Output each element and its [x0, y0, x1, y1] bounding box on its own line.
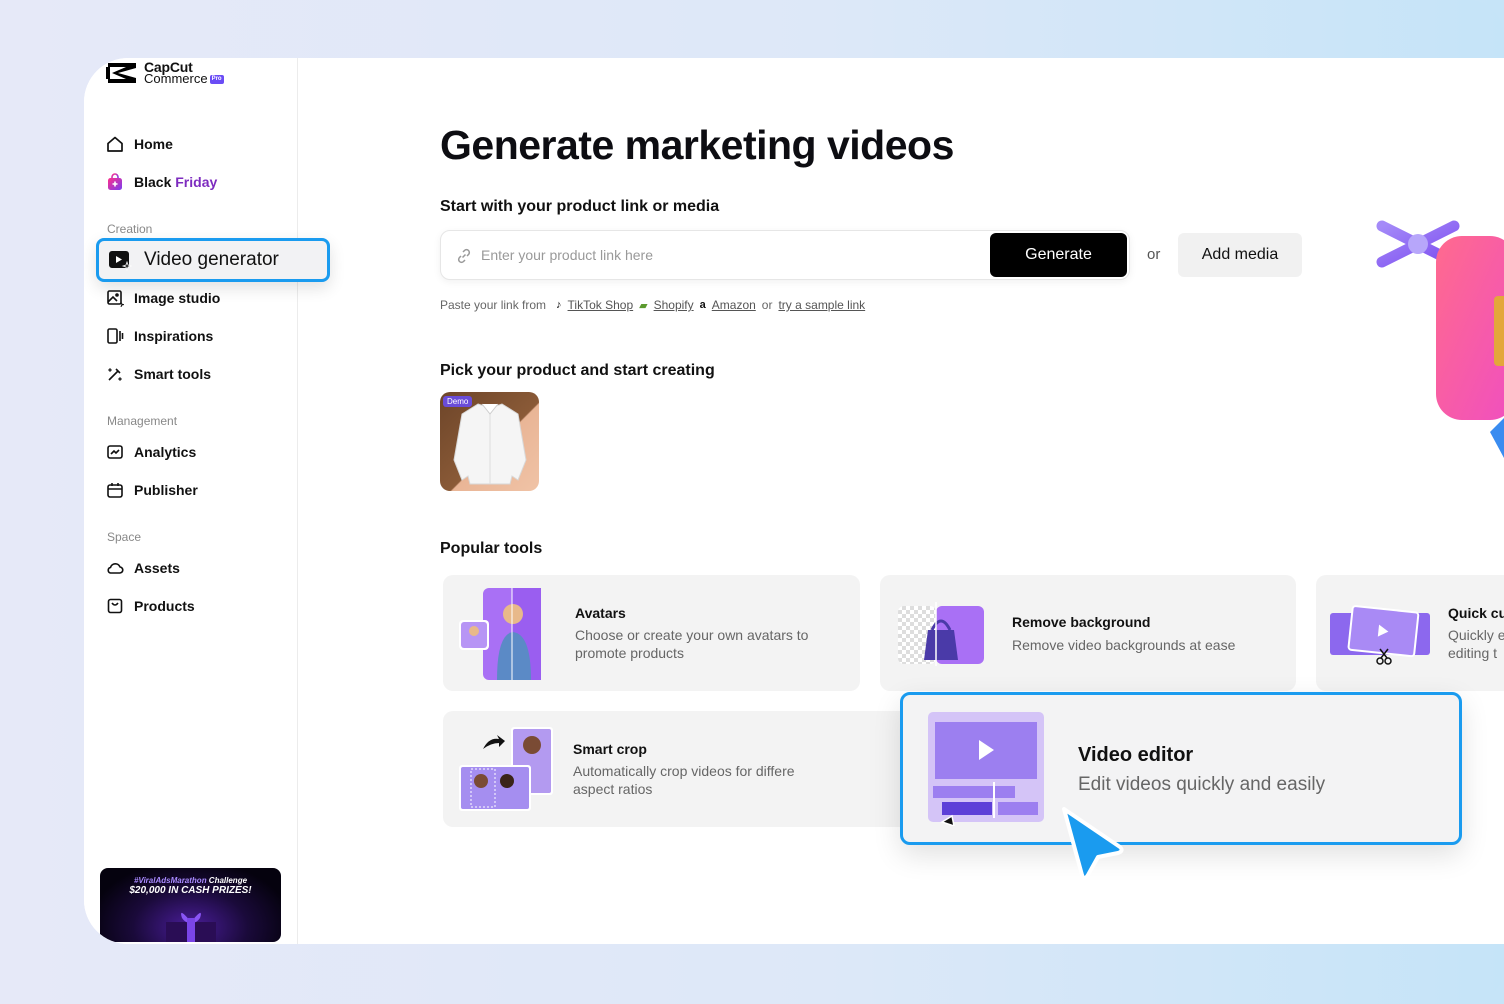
tool-description: Choose or create your own avatars to prom…	[575, 627, 809, 661]
generate-button[interactable]: Generate	[990, 233, 1127, 277]
sidebar-item-smart-tools[interactable]: Smart tools	[106, 360, 286, 388]
tool-title: Video editor	[1078, 744, 1194, 766]
capcut-logo-icon	[106, 63, 136, 83]
or-separator: or	[1147, 246, 1161, 263]
video-sparkle-icon	[109, 251, 132, 272]
tool-description: Remove video backgrounds at ease	[1012, 637, 1236, 653]
inspirations-icon	[107, 328, 124, 344]
tool-card-avatars[interactable]: Avatars Choose or create your own avatar…	[443, 575, 860, 691]
smart-crop-thumbnail	[459, 727, 553, 811]
promo-challenge: Challenge	[206, 876, 248, 885]
tool-title: Quick cu	[1448, 605, 1504, 621]
sidebar-item-label: Assets	[134, 560, 180, 576]
sample-link[interactable]: try a sample link	[778, 298, 865, 312]
page-title: Generate marketing videos	[440, 122, 954, 168]
quick-cut-thumbnail	[1330, 605, 1430, 665]
tool-description: Edit videos quickly and easily	[1078, 774, 1326, 795]
tiktok-shop-link[interactable]: TikTok Shop	[568, 298, 634, 312]
tool-title: Remove background	[1012, 614, 1151, 630]
home-icon	[107, 136, 123, 152]
product-box-icon	[107, 598, 123, 614]
sidebar-item-label: Publisher	[134, 482, 198, 498]
demo-badge: Demo	[443, 396, 473, 407]
add-media-button[interactable]: Add media	[1178, 233, 1302, 277]
sidebar-item-image-studio[interactable]: Image studio	[106, 284, 286, 312]
amazon-link[interactable]: Amazon	[712, 298, 756, 312]
product-card[interactable]: Demo	[440, 392, 539, 491]
paste-link-hint: Paste your link from ♪ TikTok Shop ▰ Sho…	[440, 298, 865, 312]
shirt-image	[453, 403, 527, 485]
image-sparkle-icon	[107, 290, 124, 307]
tool-card-smart-crop[interactable]: Smart crop Automatically crop videos for…	[443, 711, 913, 827]
tool-card-remove-background[interactable]: Remove background Remove video backgroun…	[880, 575, 1296, 691]
section-label-space: Space	[107, 530, 142, 544]
product-section-label: Pick your product and start creating	[440, 362, 715, 379]
sidebar: CapCut Commerce Pro Home Black Friday Cre…	[84, 58, 330, 944]
sidebar-item-publisher[interactable]: Publisher	[106, 476, 286, 504]
tool-card-quick-cut[interactable]: Quick cu Quickly e editing t	[1316, 575, 1504, 691]
tool-description: Quickly e editing t	[1448, 627, 1504, 661]
cloud-icon	[107, 563, 124, 574]
shopify-link[interactable]: Shopify	[654, 298, 694, 312]
tools-section-label: Popular tools	[440, 540, 543, 557]
magic-wand-icon	[107, 367, 123, 382]
sidebar-item-label: Black	[134, 174, 176, 190]
decorative-3d-shapes	[1376, 198, 1504, 458]
promo-prize: $20,000 IN CASH PRIZES!	[129, 885, 252, 896]
sidebar-item-inspirations[interactable]: Inspirations	[106, 322, 286, 350]
link-section-label: Start with your product link or media	[440, 198, 720, 215]
sidebar-item-label: Image studio	[134, 290, 221, 306]
sidebar-item-assets[interactable]: Assets	[106, 554, 286, 582]
logo[interactable]: CapCut Commerce Pro	[106, 60, 224, 86]
pro-badge: Pro	[209, 74, 224, 84]
tool-title: Smart crop	[573, 741, 647, 757]
amazon-icon: a	[699, 299, 706, 311]
or-small: or	[761, 298, 773, 312]
sidebar-item-label: Inspirations	[134, 328, 214, 344]
brand-subname: Commerce	[144, 71, 208, 86]
sidebar-item-black-friday[interactable]: Black Friday	[106, 168, 286, 196]
gift-icon	[166, 912, 216, 942]
tool-description: Automatically crop videos for differe asp…	[573, 763, 795, 797]
chart-icon	[107, 445, 123, 459]
tiktok-icon: ♪	[556, 299, 562, 311]
app-window: CapCut Commerce Pro Home Black Friday Cre…	[84, 58, 1504, 944]
sidebar-item-label-highlight: Friday	[175, 174, 218, 190]
promo-banner[interactable]: #ViralAdsMarathon Challenge $20,000 IN C…	[100, 868, 281, 942]
shopping-bag-icon	[108, 173, 122, 190]
sidebar-item-label: Video generator	[144, 249, 279, 270]
promo-hashtag: #ViralAdsMarathon	[133, 876, 207, 885]
avatar-thumbnail	[459, 588, 541, 680]
tool-card-video-editor[interactable]: Video editor Edit videos quickly and eas…	[900, 692, 1462, 845]
paste-prefix: Paste your link from	[440, 298, 547, 312]
sidebar-item-label: Analytics	[134, 444, 197, 460]
tool-title: Avatars	[575, 605, 626, 621]
sidebar-item-label: Home	[134, 136, 173, 152]
remove-bg-thumbnail	[898, 602, 984, 666]
sidebar-item-products[interactable]: Products	[106, 592, 286, 620]
sidebar-item-label: Smart tools	[134, 366, 212, 382]
sidebar-item-label: Products	[134, 598, 195, 614]
pointer-cursor-icon	[1062, 807, 1124, 880]
product-link-input[interactable]	[481, 231, 981, 279]
section-label-management: Management	[107, 414, 178, 428]
sidebar-item-home[interactable]: Home	[106, 130, 286, 158]
sidebar-item-analytics[interactable]: Analytics	[106, 438, 286, 466]
shopify-icon: ▰	[639, 299, 648, 312]
sidebar-item-video-generator[interactable]: Video generator	[96, 238, 330, 282]
section-label-creation: Creation	[107, 222, 153, 236]
calendar-icon	[107, 483, 123, 498]
video-editor-thumbnail	[928, 712, 1044, 826]
link-icon	[457, 248, 471, 264]
main-content: Generate marketing videos Start with you…	[298, 58, 1504, 944]
